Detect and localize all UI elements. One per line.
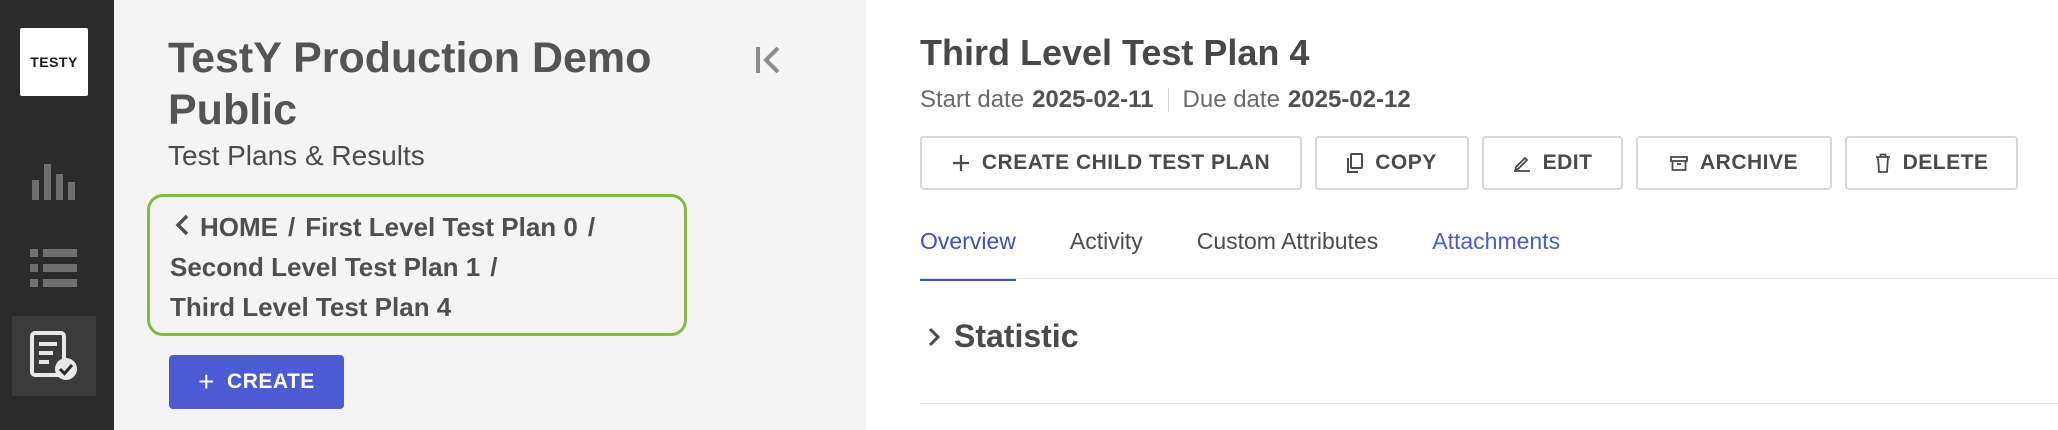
date-divider bbox=[1167, 88, 1169, 112]
page-subtitle: Test Plans & Results bbox=[168, 140, 425, 171]
plan-dates: Start date 2025-02-11 Due date 2025-02-1… bbox=[920, 86, 1411, 114]
tab-activity[interactable]: Activity bbox=[1070, 228, 1143, 280]
plus-icon: + bbox=[198, 366, 216, 397]
rail-item-test-plans[interactable] bbox=[12, 316, 96, 396]
project-panel: TestY Production Demo Public Test Plans … bbox=[114, 0, 866, 430]
app-logo[interactable]: TESTY bbox=[20, 28, 88, 96]
breadcrumb-home[interactable]: HOME bbox=[200, 207, 278, 247]
copy-label: COPY bbox=[1375, 151, 1437, 174]
collapse-panel-button[interactable] bbox=[746, 42, 790, 82]
test-plan-check-icon bbox=[29, 330, 79, 382]
section-divider bbox=[920, 403, 2058, 404]
create-child-label: CREATE CHILD TEST PLAN bbox=[981, 151, 1271, 174]
tab-divider bbox=[920, 278, 2058, 279]
create-button[interactable]: + CREATE bbox=[169, 355, 344, 409]
back-button[interactable] bbox=[170, 211, 194, 243]
delete-button[interactable]: DELETE bbox=[1845, 136, 2018, 190]
copy-button[interactable]: COPY bbox=[1315, 136, 1469, 190]
breadcrumb-level-1[interactable]: First Level Test Plan 0 bbox=[305, 207, 578, 247]
trash-icon bbox=[1875, 153, 1891, 173]
tab-overview[interactable]: Overview bbox=[920, 228, 1016, 281]
list-icon bbox=[30, 247, 78, 289]
create-child-test-plan-button[interactable]: CREATE CHILD TEST PLAN bbox=[920, 136, 1302, 190]
breadcrumb-current: Third Level Test Plan 4 bbox=[170, 292, 452, 322]
archive-icon bbox=[1670, 154, 1688, 172]
edit-button[interactable]: EDIT bbox=[1482, 136, 1623, 190]
copy-icon bbox=[1347, 153, 1364, 173]
due-date-label: Due date bbox=[1182, 86, 1280, 113]
chevron-left-icon bbox=[174, 207, 190, 247]
breadcrumb: HOME / First Level Test Plan 0 / Second … bbox=[147, 194, 687, 336]
rail-item-test-suites[interactable] bbox=[12, 228, 96, 308]
tab-custom-attributes[interactable]: Custom Attributes bbox=[1197, 228, 1379, 280]
statistic-section-title: Statistic bbox=[954, 318, 1079, 354]
tab-attachments[interactable]: Attachments bbox=[1432, 228, 1560, 280]
breadcrumb-separator: / bbox=[288, 212, 296, 242]
delete-label: DELETE bbox=[1902, 151, 1989, 174]
archive-button[interactable]: ARCHIVE bbox=[1636, 136, 1832, 190]
breadcrumb-level-2[interactable]: Second Level Test Plan 1 bbox=[170, 247, 480, 287]
pencil-icon bbox=[1513, 154, 1531, 172]
rail-item-dashboard[interactable] bbox=[12, 138, 96, 218]
start-date-label: Start date bbox=[920, 86, 1025, 113]
plan-toolbar: CREATE CHILD TEST PLAN COPY EDIT ARCHIVE… bbox=[920, 136, 2031, 190]
archive-label: ARCHIVE bbox=[1699, 151, 1798, 174]
edit-label: EDIT bbox=[1542, 151, 1593, 174]
create-button-label: CREATE bbox=[227, 370, 315, 393]
chevron-right-icon bbox=[920, 326, 948, 348]
due-date-value: 2025-02-12 bbox=[1287, 86, 1411, 113]
project-title: TestY Production Demo Public bbox=[168, 34, 652, 134]
breadcrumb-separator: / bbox=[490, 252, 498, 282]
start-date-value: 2025-02-11 bbox=[1032, 86, 1154, 113]
collapse-left-icon bbox=[753, 44, 783, 81]
plan-tabs: Overview Activity Custom Attributes Atta… bbox=[920, 228, 1614, 281]
plus-icon bbox=[952, 154, 970, 172]
bar-chart-icon bbox=[30, 154, 78, 202]
left-rail: TESTY bbox=[0, 0, 114, 430]
statistic-section-toggle[interactable]: Statistic bbox=[920, 318, 1078, 355]
plan-detail: Third Level Test Plan 4 Start date 2025-… bbox=[866, 0, 2058, 430]
plan-title: Third Level Test Plan 4 bbox=[920, 32, 1310, 73]
breadcrumb-separator: / bbox=[587, 212, 596, 242]
